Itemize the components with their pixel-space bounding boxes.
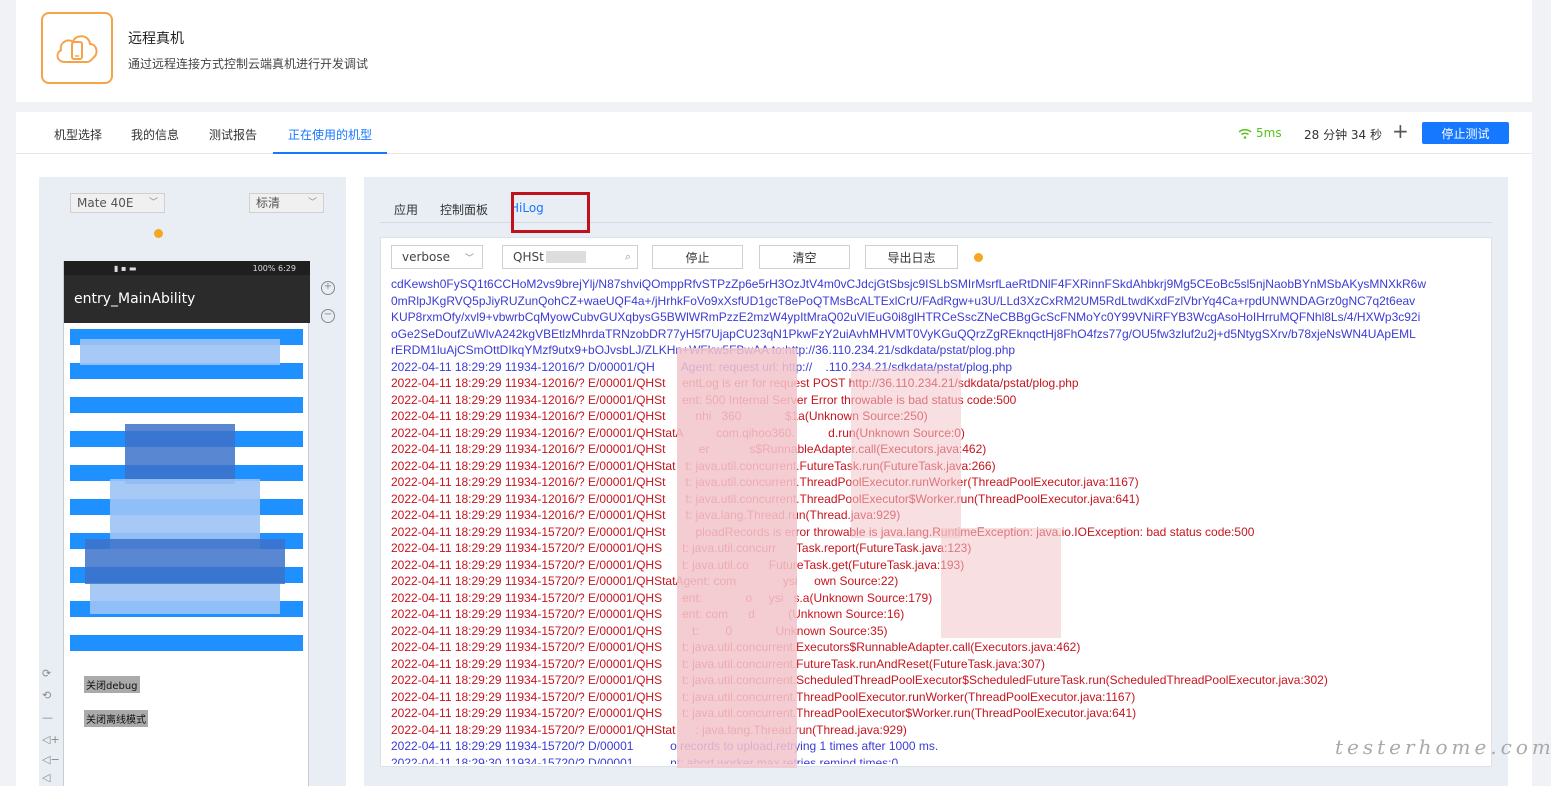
tab-control-panel[interactable]: 控制面板 <box>440 201 488 218</box>
header-card: 远程真机 通过远程连接方式控制云端真机进行开发调试 <box>16 0 1532 102</box>
log-line: 2022-04-11 18:29:29 11934-15720/? E/0000… <box>391 673 1328 687</box>
log-line: rERDM1luAjCSmOttDIkqYMzf9utx9+bOJvsbLJ/Z… <box>391 343 1016 357</box>
page-description: 通过远程连接方式控制云端真机进行开发调试 <box>128 57 369 71</box>
search-icon[interactable]: ⌕ <box>625 250 631 264</box>
device-app-title: entry_MainAbility <box>64 275 310 323</box>
status-icons: ▮ ▪ ▬ <box>114 263 137 273</box>
device-screen-content[interactable] <box>70 329 303 661</box>
rotate-icon[interactable]: ⟳ <box>42 667 56 681</box>
log-line: 2022-04-11 18:29:29 11934-15720/? E/0000… <box>391 623 888 638</box>
highlight-box <box>511 192 590 233</box>
clear-log-button[interactable]: 清空 <box>759 245 850 269</box>
mute-icon[interactable]: ◁ <box>42 771 56 785</box>
main-card: 机型选择 我的信息 测试报告 正在使用的机型 5ms 28 分钟 34 秒 + … <box>16 112 1532 786</box>
watermark: testerhome.com <box>1335 735 1551 759</box>
log-line: 2022-04-11 18:29:29 11934-15720/? E/0000… <box>391 557 965 572</box>
log-panel: verbose ﹀ QHSt ⌕ 停止 清空 导出日志 cdKewsh0FySQ… <box>380 237 1492 768</box>
redaction-mosaic <box>677 348 797 768</box>
tab-apps[interactable]: 应用 <box>394 201 418 218</box>
quality-value: 标清 <box>256 196 281 210</box>
chevron-down-icon: ﹀ <box>464 253 474 264</box>
divider-icon: — <box>42 711 53 724</box>
redaction-mosaic <box>851 368 961 538</box>
log-line: 2022-04-11 18:29:29 11934-15720/? E/0000… <box>391 607 905 621</box>
device-screen[interactable]: ▮ ▪ ▬ 100% 6:29 entry_MainAbility 关闭debu… <box>63 261 310 786</box>
zoom-in-icon[interactable]: + <box>321 281 335 295</box>
log-line: 2022-04-11 18:29:29 11934-15720/? E/0000… <box>391 722 907 737</box>
volume-down-icon[interactable]: ◁− <box>42 753 60 767</box>
rotate-back-icon[interactable]: ⟲ <box>42 689 56 703</box>
close-debug-button[interactable]: 关闭debug <box>84 676 140 693</box>
export-log-button[interactable]: 导出日志 <box>865 245 958 269</box>
volume-up-icon[interactable]: ◁+ <box>42 733 60 747</box>
device-panel: Mate 40E ﹀ 标清 ﹀ + − ⟳ ⟲ — ◁+ ◁− ◁ ▮ ▪ ▬ … <box>39 177 346 786</box>
tab-device-in-use[interactable]: 正在使用的机型 <box>288 126 372 143</box>
status-bar-right: 100% 6:29 <box>252 263 296 273</box>
device-model-select[interactable]: Mate 40E ﹀ <box>70 193 165 213</box>
add-time-button[interactable]: + <box>1392 120 1409 142</box>
log-line: 2022-04-11 18:29:29 11934-15720/? E/0000… <box>391 574 899 588</box>
log-line: 2022-04-11 18:29:29 11934-15720/? E/0000… <box>391 590 933 605</box>
device-model-value: Mate 40E <box>77 196 134 210</box>
tab-test-report[interactable]: 测试报告 <box>209 126 257 143</box>
info-dot[interactable] <box>974 253 983 262</box>
device-status-bar: ▮ ▪ ▬ 100% 6:29 <box>64 261 310 275</box>
latency-indicator: 5ms <box>1238 126 1282 140</box>
tools-panel: 应用 控制面板 HiLog verbose ﹀ QHSt ⌕ 停止 清空 导出日… <box>364 177 1508 786</box>
session-timer: 28 分钟 34 秒 <box>1304 128 1382 142</box>
stop-test-button[interactable]: 停止测试 <box>1422 122 1509 144</box>
redaction-mosaic <box>941 528 1061 638</box>
log-line: 2022-04-11 18:29:29 11934-15720/? E/0000… <box>391 689 1136 704</box>
pause-log-button[interactable]: 停止 <box>652 245 743 269</box>
close-offline-button[interactable]: 关闭离线模式 <box>84 710 148 727</box>
zoom-out-icon[interactable]: − <box>321 309 335 323</box>
top-tab-bar: 机型选择 我的信息 测试报告 正在使用的机型 5ms 28 分钟 34 秒 + … <box>16 112 1532 154</box>
log-line: oGe2SeDoufZuWlvA242kgVBEtlzMhrdaTRNzobDR… <box>391 326 1416 341</box>
chevron-down-icon: ﹀ <box>307 198 317 208</box>
log-line: 2022-04-11 18:29:29 11934-15720/? E/0000… <box>391 541 972 555</box>
sub-tab-bar: 应用 控制面板 HiLog <box>380 187 1492 233</box>
log-line: KUP8rxmOfy/xvl9+vbwrbCqMyowCubvGUXqbysG5… <box>391 310 1421 324</box>
chevron-down-icon: ﹀ <box>148 198 158 208</box>
log-line: 2022-04-11 18:29:29 11934-15720/? E/0000… <box>391 640 1081 654</box>
latency-value: 5ms <box>1256 126 1282 140</box>
log-filter-value: QHSt <box>513 250 544 264</box>
page-title: 远程真机 <box>128 31 184 47</box>
log-line: 0mRlpJKgRVQ5pJiyRUZunQohCZ+waeUQF4a+/jHr… <box>391 293 1416 308</box>
tab-model-select[interactable]: 机型选择 <box>54 126 102 143</box>
log-line: 2022-04-11 18:29:29 11934-15720/? E/0000… <box>391 706 1137 720</box>
log-line: 2022-04-11 18:29:30 11934-15720/? D/0000… <box>391 755 899 765</box>
log-line: 2022-04-11 18:29:29 11934-15720/? E/0000… <box>391 656 1045 671</box>
redacted-block <box>545 251 586 263</box>
quality-select[interactable]: 标清 ﹀ <box>249 193 324 213</box>
log-filter-input[interactable]: QHSt ⌕ <box>502 245 638 269</box>
tab-my-info[interactable]: 我的信息 <box>131 126 179 143</box>
log-line: 2022-04-11 18:29:29 11934-15720/? D/0000… <box>391 739 939 753</box>
log-scrollbar[interactable] <box>1483 278 1489 758</box>
status-dot <box>154 229 163 238</box>
log-line: cdKewsh0FySQ1t6CCHoM2vs9brejYlj/N87shviQ… <box>391 277 1427 291</box>
log-level-value: verbose <box>402 250 451 264</box>
cloud-phone-icon <box>41 12 113 84</box>
log-level-select[interactable]: verbose ﹀ <box>391 245 483 269</box>
wifi-icon <box>1238 128 1252 139</box>
active-tab-indicator <box>273 152 387 154</box>
